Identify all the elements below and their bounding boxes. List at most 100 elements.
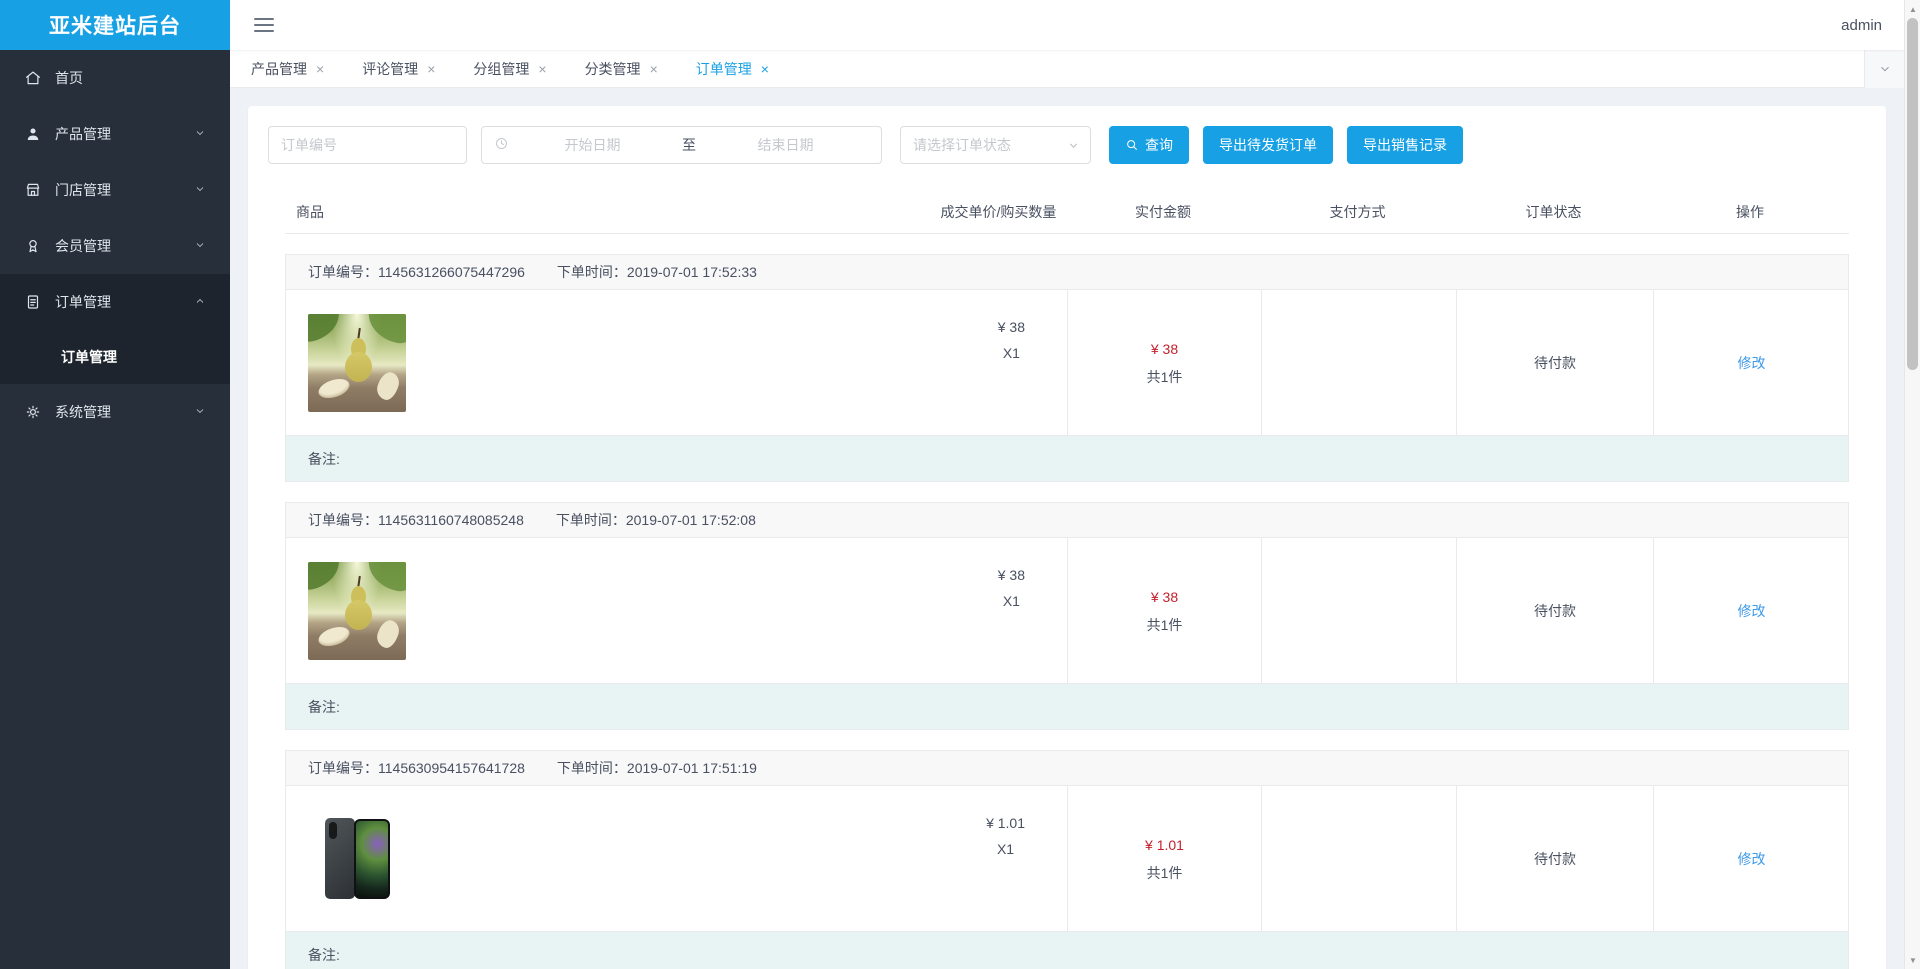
- search-icon: [1127, 140, 1137, 150]
- product-cell: ¥ 38 X1: [286, 538, 1067, 683]
- tab-category-management[interactable]: 分类管理 ×: [579, 50, 664, 88]
- chevron-down-icon: [1880, 66, 1889, 72]
- pay-method-cell: [1261, 538, 1456, 683]
- end-date-placeholder[interactable]: 结束日期: [702, 135, 869, 155]
- range-separator: 至: [682, 137, 696, 153]
- order-header: 订单编号：1145631266075447296 下单时间：2019-07-01…: [286, 255, 1848, 290]
- sidebar-group-order-management: 订单管理 订单管理: [0, 274, 230, 384]
- modify-link[interactable]: 修改: [1738, 601, 1766, 621]
- sidebar-item-system-management[interactable]: 系统管理: [0, 384, 230, 440]
- export-pending-orders-button[interactable]: 导出待发货订单: [1203, 126, 1333, 164]
- user-icon: [24, 125, 42, 143]
- order-no-input[interactable]: [268, 126, 467, 164]
- order-status-cell: 待付款: [1456, 290, 1653, 435]
- actions-cell: 修改: [1653, 290, 1849, 435]
- tab-overflow-button[interactable]: [1864, 50, 1904, 88]
- close-icon[interactable]: ×: [538, 62, 546, 76]
- store-icon: [24, 181, 42, 199]
- scroll-up-arrow-icon[interactable]: ▲: [1905, 1, 1920, 17]
- close-icon[interactable]: ×: [650, 62, 658, 76]
- order-status-select[interactable]: 请选择订单状态: [900, 126, 1091, 164]
- paid-amount: ¥ 1.01: [1145, 836, 1184, 853]
- scroll-down-arrow-icon[interactable]: ▼: [1905, 952, 1920, 968]
- start-date-placeholder[interactable]: 开始日期: [509, 135, 676, 155]
- tab-group-management[interactable]: 分组管理 ×: [467, 50, 552, 88]
- order-time: 下单时间：2019-07-01 17:52:33: [556, 264, 757, 280]
- scrollbar-thumb[interactable]: [1907, 18, 1918, 370]
- unit-price: ¥ 38: [997, 319, 1025, 335]
- product-image-pear: [308, 562, 406, 660]
- sidebar-item-order-management[interactable]: 订单管理: [0, 274, 230, 330]
- sidebar-item-member-management[interactable]: 会员管理: [0, 218, 230, 274]
- modify-link[interactable]: 修改: [1738, 849, 1766, 869]
- tab-label: 分类管理: [584, 60, 641, 77]
- member-icon: [24, 237, 42, 255]
- main-area: admin 产品管理 × 评论管理 × 分组管理 × 分类管理 × 订单管理 ×: [230, 0, 1920, 969]
- unit-price: ¥ 38: [997, 567, 1025, 583]
- sidebar-item-label: 产品管理: [55, 126, 111, 142]
- product-image-pear: [308, 314, 406, 412]
- topbar: admin: [230, 0, 1904, 50]
- paid-count: 共1件: [1146, 864, 1183, 881]
- paid-amount-cell: ¥ 1.01 共1件: [1067, 786, 1261, 931]
- date-range-picker[interactable]: 开始日期 至 结束日期: [481, 126, 882, 164]
- sidebar-item-label: 会员管理: [55, 238, 111, 254]
- sidebar-item-label: 订单管理: [55, 294, 111, 310]
- order-number: 订单编号：1145631266075447296: [308, 264, 525, 280]
- order-status-cell: 待付款: [1456, 786, 1653, 931]
- sidebar-item-home[interactable]: 首页: [0, 50, 230, 106]
- tab-label: 订单管理: [695, 60, 752, 77]
- product-cell: ¥ 38 X1: [286, 290, 1067, 435]
- actions-cell: 修改: [1653, 786, 1849, 931]
- order-icon: [24, 293, 42, 311]
- tab-comment-management[interactable]: 评论管理 ×: [356, 50, 441, 88]
- tab-label: 分组管理: [473, 60, 530, 77]
- close-icon[interactable]: ×: [761, 62, 769, 76]
- order-time: 下单时间：2019-07-01 17:51:19: [556, 760, 757, 776]
- quantity: X1: [1002, 593, 1020, 609]
- order-remark: 备注:: [286, 932, 1848, 969]
- select-placeholder: 请选择订单状态: [913, 137, 1011, 153]
- close-icon[interactable]: ×: [427, 62, 435, 76]
- tab-product-management[interactable]: 产品管理 ×: [245, 50, 330, 88]
- sidebar-subitem-order-management[interactable]: 订单管理: [0, 330, 230, 384]
- product-cell: ¥ 1.01 X1: [286, 786, 1067, 931]
- pay-method-cell: [1261, 290, 1456, 435]
- sidebar-item-label: 首页: [55, 70, 83, 86]
- sidebar-item-product-management[interactable]: 产品管理: [0, 106, 230, 162]
- product-image-phone: [308, 810, 406, 908]
- column-header-paid-amount: 实付金额: [1135, 203, 1191, 220]
- hamburger-menu-icon[interactable]: [254, 14, 274, 36]
- column-header-order-status: 订单状态: [1525, 203, 1582, 220]
- search-button[interactable]: 查询: [1109, 126, 1189, 164]
- content: 开始日期 至 结束日期 请选择订单状态 查询 导出待发货订单 导出销售记录: [230, 88, 1904, 969]
- scrollbar[interactable]: ▲ ▼: [1904, 0, 1920, 969]
- paid-count: 共1件: [1146, 368, 1183, 385]
- sidebar: 亚米建站后台 首页 产品管理 门店管理 会员管理 订单管理 订单管理 系统管理: [0, 0, 230, 969]
- export-sales-records-button[interactable]: 导出销售记录: [1347, 126, 1463, 164]
- order-header: 订单编号：1145631160748085248 下单时间：2019-07-01…: [286, 503, 1848, 538]
- order-row: ¥ 38 X1 ¥ 38 共1件 待付款 修改: [286, 538, 1848, 684]
- order-time: 下单时间：2019-07-01 17:52:08: [555, 512, 756, 528]
- chevron-down-icon: [1069, 143, 1078, 148]
- tab-order-management[interactable]: 订单管理 ×: [690, 50, 775, 88]
- modify-link[interactable]: 修改: [1738, 353, 1766, 373]
- pay-method-cell: [1261, 786, 1456, 931]
- order-block: 订单编号：1145631160748085248 下单时间：2019-07-01…: [285, 502, 1849, 730]
- chevron-up-icon: [194, 294, 206, 310]
- filter-row: 开始日期 至 结束日期 请选择订单状态 查询 导出待发货订单 导出销售记录: [268, 126, 1866, 164]
- paid-count: 共1件: [1146, 616, 1183, 633]
- column-header-actions: 操作: [1736, 203, 1764, 220]
- order-block: 订单编号：1145631266075447296 下单时间：2019-07-01…: [285, 254, 1849, 482]
- close-icon[interactable]: ×: [316, 62, 324, 76]
- column-header-pay-method: 支付方式: [1329, 203, 1386, 220]
- order-number: 订单编号：1145631160748085248: [308, 512, 524, 528]
- sidebar-item-store-management[interactable]: 门店管理: [0, 162, 230, 218]
- paid-amount: ¥ 38: [1150, 340, 1179, 357]
- current-user[interactable]: admin: [1841, 17, 1882, 34]
- paid-amount: ¥ 38: [1150, 588, 1179, 605]
- quantity: X1: [1002, 345, 1020, 361]
- sidebar-subitem-label: 订单管理: [61, 349, 117, 365]
- table-header-row: 商品 成交单价/购买数量 实付金额 支付方式 订单状态 操作: [285, 190, 1849, 234]
- actions-cell: 修改: [1653, 538, 1849, 683]
